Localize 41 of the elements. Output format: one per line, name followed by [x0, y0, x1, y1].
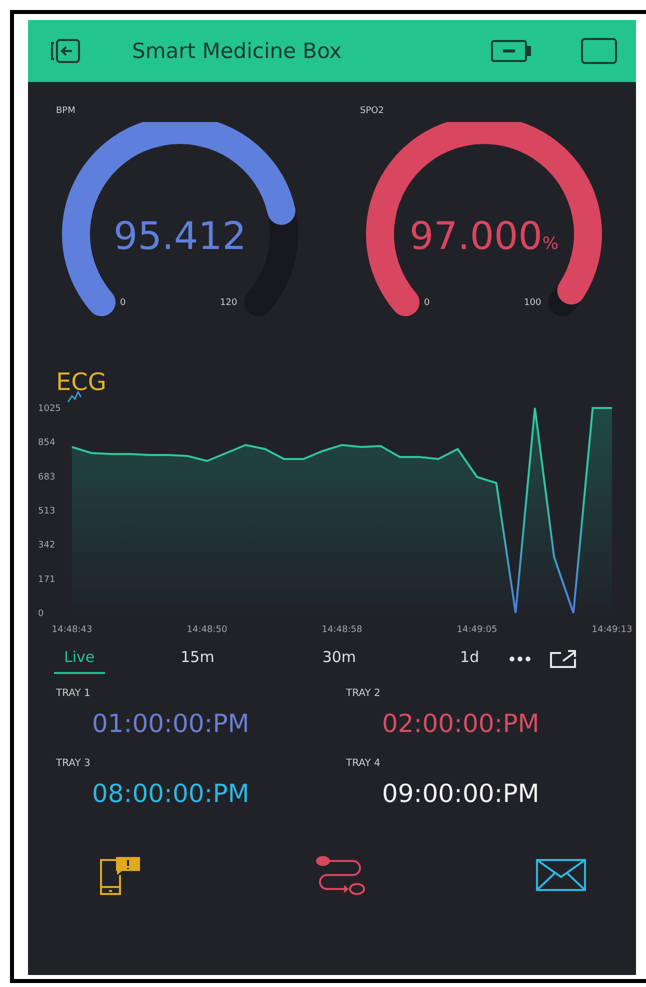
- tray-label: TRAY 1: [56, 688, 90, 699]
- y-tick-label: 0: [38, 609, 44, 619]
- tray-time: 01:00:00:PM: [92, 709, 250, 738]
- x-tick-label: 14:48:43: [52, 625, 92, 635]
- y-tick-label: 1025: [38, 404, 61, 414]
- more-icon[interactable]: [509, 656, 532, 662]
- gauge-max: 120: [220, 298, 238, 308]
- x-tick-label: 14:48:58: [322, 625, 362, 635]
- x-tick-label: 14:49:13: [592, 625, 632, 635]
- range-tab[interactable]: 30m: [312, 644, 366, 674]
- gauge-min: 0: [424, 298, 430, 308]
- gauge-label: BPM: [56, 106, 76, 116]
- range-tab[interactable]: Live: [54, 644, 105, 674]
- square-icon[interactable]: [580, 37, 618, 65]
- x-tick-label: 14:48:50: [186, 625, 228, 635]
- gauge-value: 95.412: [112, 214, 248, 258]
- expand-icon[interactable]: [549, 649, 578, 669]
- chart-title: ECG: [56, 368, 107, 396]
- y-tick-label: 342: [38, 540, 56, 551]
- graph-icon[interactable]: [67, 390, 82, 402]
- gauge-max: 100: [524, 298, 542, 308]
- mail-icon[interactable]: [536, 859, 586, 891]
- gauge-value: 97.000%: [408, 214, 560, 258]
- tray-label: TRAY 3: [56, 758, 90, 769]
- app-title: Smart Medicine Box: [132, 39, 342, 63]
- y-tick-label: 171: [38, 574, 56, 585]
- route-icon[interactable]: [315, 854, 365, 896]
- tray-label: TRAY 2: [346, 688, 380, 699]
- tray-time: 09:00:00:PM: [382, 779, 540, 808]
- battery-icon[interactable]: [490, 38, 532, 64]
- range-tab[interactable]: 15m: [170, 644, 224, 674]
- gauge-label: SPO2: [360, 106, 384, 116]
- y-tick-label: 513: [38, 506, 56, 516]
- tray-time: 08:00:00:PM: [92, 779, 250, 808]
- range-tab[interactable]: 1d: [450, 644, 490, 674]
- gauge-min: 0: [120, 298, 126, 308]
- tray-label: TRAY 4: [346, 758, 380, 769]
- tray-time: 02:00:00:PM: [382, 709, 540, 738]
- x-tick-label: 14:49:05: [456, 625, 498, 635]
- y-tick-label: 683: [38, 472, 56, 482]
- y-tick-label: 854: [38, 438, 56, 448]
